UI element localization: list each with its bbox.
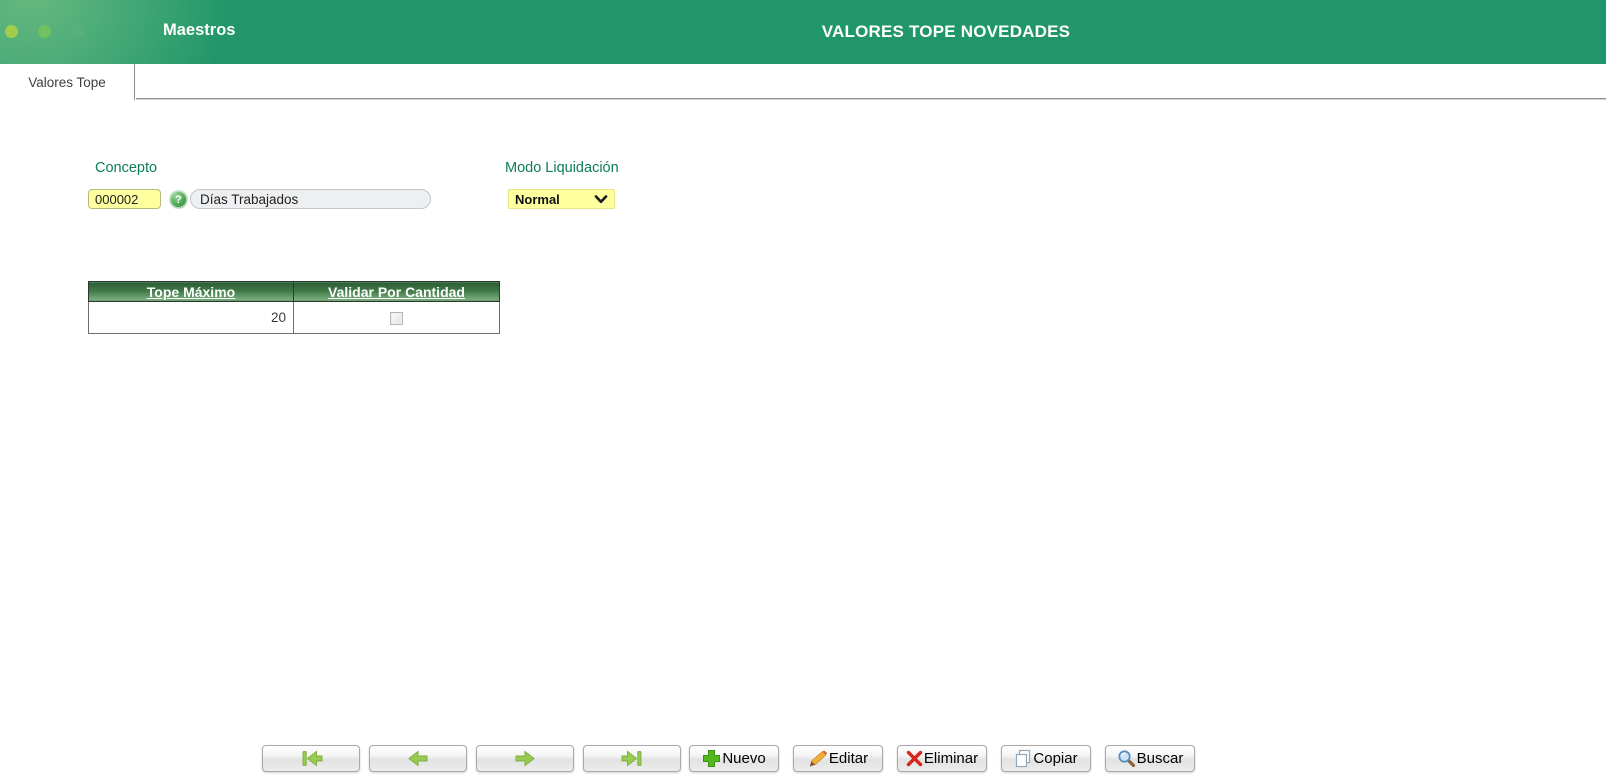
validar-por-cantidad-cell[interactable] xyxy=(293,301,500,334)
tab-valores-tope[interactable]: Valores Tope xyxy=(0,64,135,100)
modo-liquidacion-label: Modo Liquidación xyxy=(505,160,619,176)
record-toolbar: Nuevo Editar Eliminar Copiar Buscar xyxy=(262,745,1195,772)
editar-button[interactable]: Editar xyxy=(793,745,883,772)
tab-divider xyxy=(136,98,1606,100)
concepto-code-input[interactable]: 000002 xyxy=(88,189,161,209)
buscar-button[interactable]: Buscar xyxy=(1105,745,1195,772)
grid-data-row[interactable]: 20 xyxy=(88,301,500,334)
copiar-button[interactable]: Copiar xyxy=(1001,745,1091,772)
editar-button-label: Editar xyxy=(828,750,869,767)
help-icon[interactable]: ? xyxy=(169,190,188,209)
column-header-tope-maximo[interactable]: Tope Máximo xyxy=(88,281,294,302)
concepto-description-field[interactable]: Días Trabajados xyxy=(190,189,431,209)
plus-icon xyxy=(702,749,721,768)
previous-record-icon xyxy=(406,750,430,767)
page-title: VALORES TOPE NOVEDADES xyxy=(821,22,1071,41)
concepto-label: Concepto xyxy=(95,160,158,176)
modo-liquidacion-select[interactable]: Normal xyxy=(508,189,615,209)
nav-last-button[interactable] xyxy=(583,745,681,772)
titlebar: Maestros VALORES TOPE NOVEDADES xyxy=(0,0,1606,64)
tope-grid: Tope Máximo Validar Por Cantidad 20 xyxy=(88,281,500,334)
nuevo-button-label: Nuevo xyxy=(722,750,766,767)
nav-previous-button[interactable] xyxy=(369,745,467,772)
window-dot-close[interactable] xyxy=(5,25,18,38)
window-dot-minimize[interactable] xyxy=(38,25,51,38)
copiar-button-label: Copiar xyxy=(1033,750,1078,767)
app-window: Maestros VALORES TOPE NOVEDADES Valores … xyxy=(0,0,1606,778)
column-header-validar-por-cantidad[interactable]: Validar Por Cantidad xyxy=(293,281,500,302)
nav-next-button[interactable] xyxy=(476,745,574,772)
window-dot-maximize[interactable] xyxy=(71,25,84,38)
nuevo-button[interactable]: Nuevo xyxy=(689,745,779,772)
grid-header-row: Tope Máximo Validar Por Cantidad xyxy=(88,281,500,302)
copy-icon xyxy=(1014,749,1032,768)
tope-maximo-cell[interactable]: 20 xyxy=(88,301,294,334)
chevron-down-icon xyxy=(594,192,608,207)
buscar-button-label: Buscar xyxy=(1136,750,1184,767)
nav-first-button[interactable] xyxy=(262,745,360,772)
validar-por-cantidad-checkbox[interactable] xyxy=(390,311,403,325)
search-icon xyxy=(1117,749,1136,768)
first-record-icon xyxy=(298,750,325,767)
eliminar-button-label: Eliminar xyxy=(923,750,979,767)
tab-bar: Valores Tope xyxy=(0,64,1606,102)
next-record-icon xyxy=(513,750,537,767)
modo-liquidacion-selected-value: Normal xyxy=(515,191,560,207)
last-record-icon xyxy=(619,750,646,767)
pencil-icon xyxy=(808,750,828,768)
app-title: Maestros xyxy=(163,21,236,39)
eliminar-button[interactable]: Eliminar xyxy=(897,745,987,772)
delete-x-icon xyxy=(906,750,923,767)
